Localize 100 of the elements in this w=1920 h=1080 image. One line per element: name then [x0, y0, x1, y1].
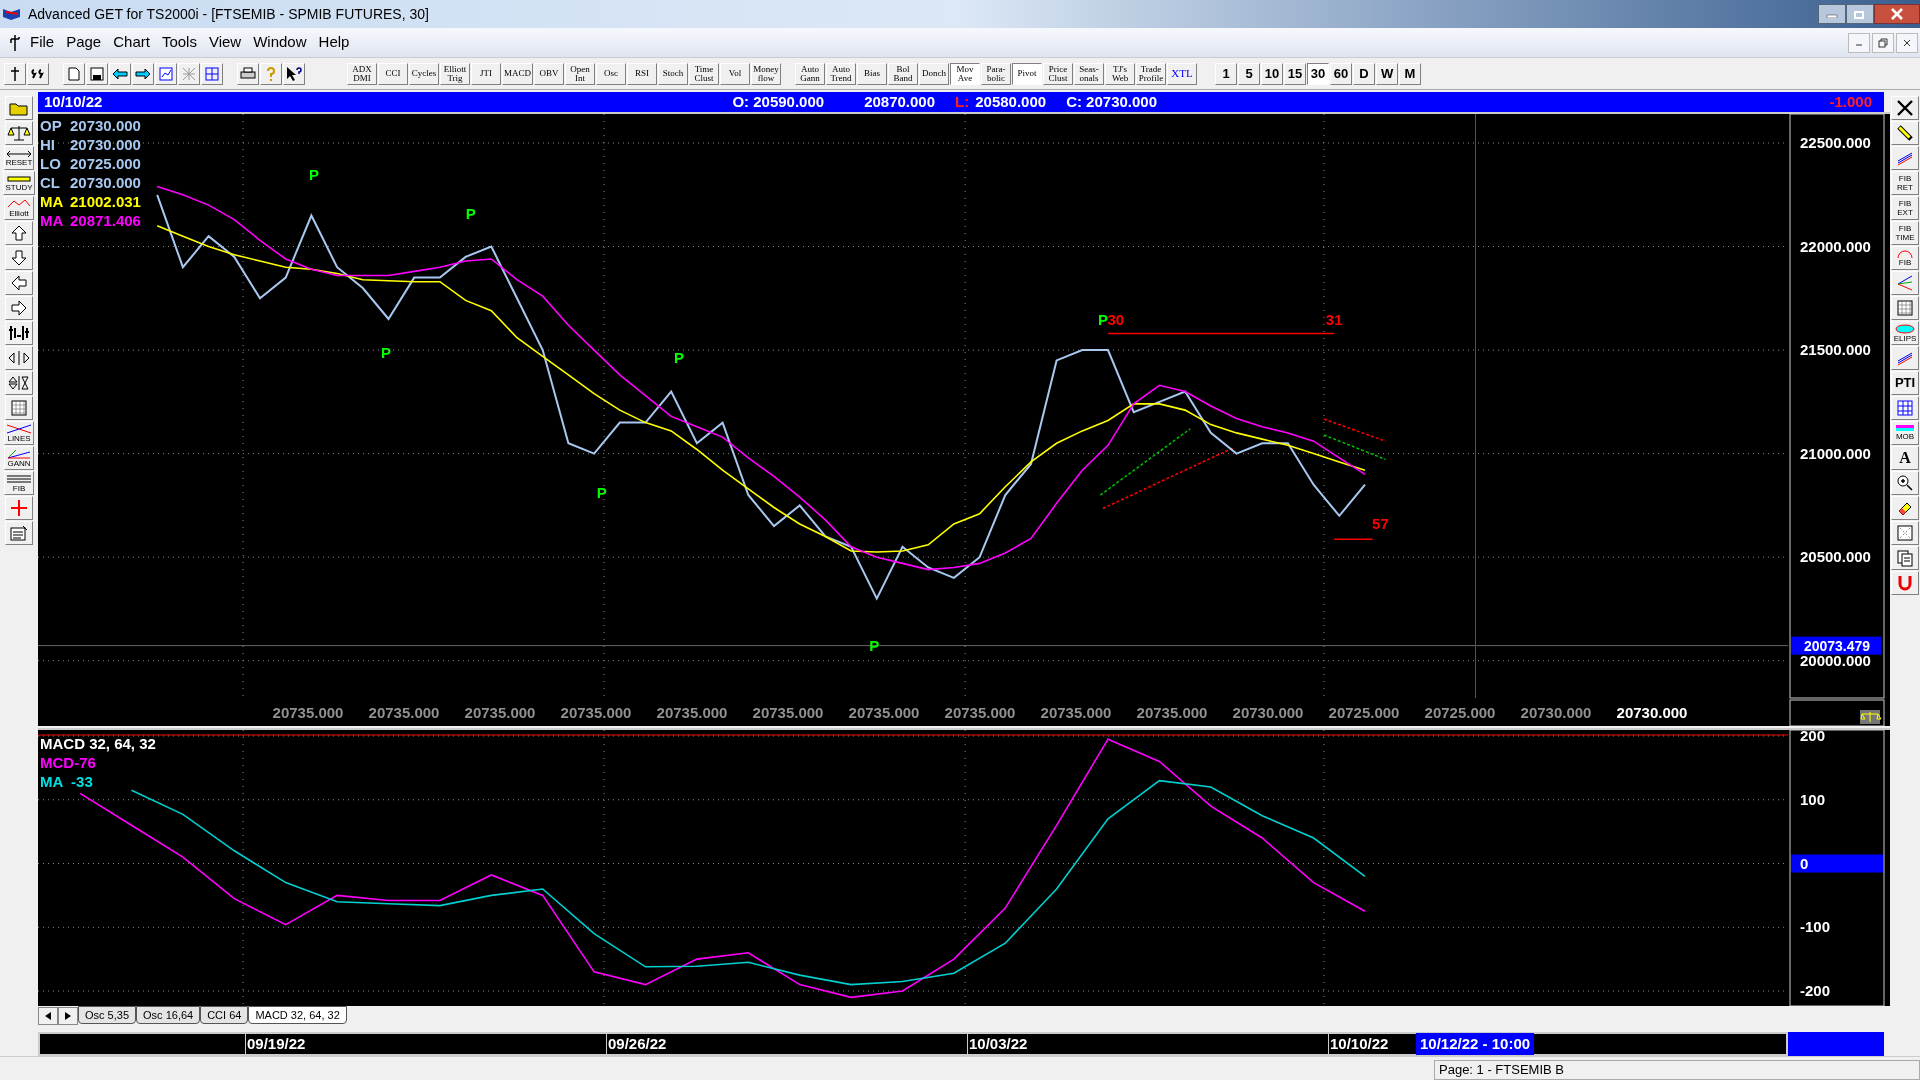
toolbar-button[interactable]: MACD — [502, 62, 533, 85]
tool-button[interactable]: LINES — [4, 421, 34, 445]
low-price-label: L: — [955, 91, 970, 112]
toolbar-button[interactable]: OBV — [534, 62, 564, 85]
toolbar-button[interactable]: Bias — [857, 62, 887, 85]
interval-button[interactable]: 10 — [1261, 62, 1283, 85]
toolbar-button[interactable]: Vol — [720, 62, 750, 85]
maximize-button[interactable] — [1846, 4, 1874, 24]
tool-button[interactable]: FIB — [4, 471, 34, 495]
toolbar-button[interactable]: ADX DMI — [347, 62, 377, 85]
minimize-button[interactable] — [1818, 4, 1846, 24]
toolbar-button[interactable]: Cycles — [409, 62, 439, 85]
close-button[interactable] — [1874, 4, 1920, 24]
interval-button[interactable]: D — [1353, 62, 1375, 85]
interval-button[interactable]: M — [1399, 62, 1421, 85]
toolbar-button[interactable]: Money flow — [751, 62, 781, 85]
axis-label: 22000.000 — [1800, 237, 1871, 255]
tool-button[interactable]: RESET — [3, 146, 35, 170]
tool-button[interactable] — [1891, 496, 1919, 520]
scroll-right-button[interactable] — [58, 1007, 78, 1026]
menu-item[interactable]: Chart — [107, 31, 156, 54]
tool-button[interactable] — [1891, 96, 1919, 120]
toolbar-button[interactable]: CCI — [378, 62, 408, 85]
toolbar-button[interactable]: Para- bolic — [981, 62, 1011, 85]
interval-button[interactable]: 1 — [1215, 62, 1237, 85]
tool-button[interactable] — [1891, 121, 1919, 145]
menu-item[interactable]: Tools — [155, 31, 203, 54]
tool-button[interactable]: A — [1891, 446, 1919, 470]
new-page-button[interactable] — [63, 62, 85, 85]
toolbar-button[interactable]: Time Clust — [689, 62, 719, 85]
tool-button[interactable]: FIB EXT — [1891, 196, 1919, 220]
chart-marker-label: 57 — [1372, 515, 1389, 533]
tool-button[interactable]: STUDY — [3, 171, 35, 195]
menu-item[interactable]: File — [24, 31, 61, 54]
interval-button[interactable]: 30 — [1307, 62, 1329, 85]
help-button[interactable] — [260, 62, 282, 85]
menu-item[interactable]: Window — [247, 31, 313, 54]
toolbar-button[interactable]: Auto Trend — [826, 62, 856, 85]
context-help-button[interactable] — [283, 62, 305, 85]
toolbar-button[interactable]: RSI — [627, 62, 657, 85]
help-icon — [265, 65, 277, 82]
tool-button[interactable] — [5, 271, 33, 295]
tool-button[interactable] — [5, 321, 33, 345]
tool-button[interactable] — [1891, 346, 1919, 370]
tool-button[interactable]: GANN — [4, 446, 34, 470]
interval-button[interactable]: 60 — [1330, 62, 1352, 85]
chart-button[interactable] — [155, 62, 177, 85]
tool-button[interactable] — [5, 121, 33, 145]
tool-button[interactable]: FIB TIME — [1891, 221, 1919, 245]
toolbar-button[interactable]: Stoch — [658, 62, 688, 85]
close-button[interactable] — [1896, 32, 1918, 53]
date-label: 10/03/22 — [967, 1032, 1328, 1056]
back-button[interactable] — [109, 62, 131, 85]
toolbar-button[interactable]: Mov Ave — [950, 62, 980, 85]
toolbar-button[interactable]: Seas- onals — [1074, 62, 1104, 85]
menu-item[interactable]: View — [202, 31, 248, 54]
toolbar-button[interactable]: Trade Profile — [1136, 62, 1166, 85]
restore-button[interactable] — [1872, 32, 1894, 53]
print-button[interactable] — [237, 62, 259, 85]
pointer-button[interactable] — [4, 62, 26, 85]
tool-button[interactable]: FIB — [1891, 246, 1919, 270]
toolbar-button[interactable]: Donch — [919, 62, 949, 85]
grid-button[interactable] — [178, 62, 200, 85]
toolbar-button[interactable]: Auto Gann — [795, 62, 825, 85]
tool-button[interactable] — [5, 246, 33, 270]
toolbar-button[interactable]: Open Int — [565, 62, 595, 85]
tool-button[interactable]: PTI — [1891, 371, 1919, 395]
minimize-button[interactable] — [1848, 32, 1870, 53]
toolbar-button[interactable]: Osc — [596, 62, 626, 85]
interval-button[interactable]: W — [1376, 62, 1398, 85]
legend-label: HI — [40, 135, 56, 154]
toolbar-button[interactable]: JTI — [471, 62, 501, 85]
toolbar-button[interactable]: XTL — [1167, 62, 1197, 85]
toolbar-button[interactable]: Elliott Trig — [440, 62, 470, 85]
save-button[interactable] — [86, 62, 108, 85]
restore-icon — [1878, 37, 1888, 48]
tool-button[interactable]: Elliott — [4, 196, 34, 220]
interval-button[interactable]: 5 — [1238, 62, 1260, 85]
tool-button[interactable] — [5, 221, 33, 245]
tool-button[interactable] — [5, 296, 33, 320]
forward-button[interactable] — [132, 62, 154, 85]
tool-button[interactable]: MOB — [1891, 421, 1919, 445]
tool-button[interactable]: ELIPS — [1891, 321, 1919, 345]
toolbar-button[interactable]: Pivot — [1012, 62, 1042, 85]
bars-icon — [1895, 425, 1915, 432]
menu-item[interactable]: Help — [312, 31, 356, 54]
tool-button[interactable] — [1891, 396, 1919, 420]
interval-button[interactable]: 15 — [1284, 62, 1306, 85]
tool-button[interactable] — [5, 346, 33, 370]
toolbar-button[interactable]: TJ's Web — [1105, 62, 1135, 85]
tool-button[interactable] — [5, 371, 33, 395]
tool-button[interactable]: FIB RET — [1891, 171, 1919, 195]
toolbar-button[interactable]: Bol Band — [888, 62, 918, 85]
tool-button[interactable] — [1891, 146, 1919, 170]
menu-item[interactable]: Page — [60, 31, 108, 54]
link-button[interactable] — [201, 62, 223, 85]
quote-button[interactable] — [27, 62, 49, 85]
tool-button[interactable] — [1891, 471, 1919, 495]
toolbar-button[interactable]: Price Clust — [1043, 62, 1073, 85]
scroll-left-button[interactable] — [38, 1007, 58, 1026]
